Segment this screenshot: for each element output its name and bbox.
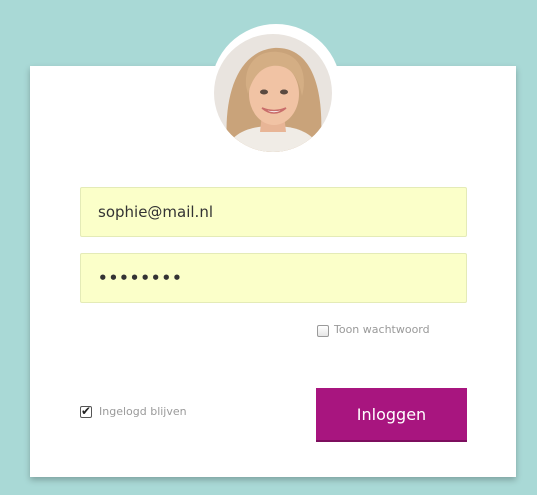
email-field[interactable] (80, 187, 467, 237)
avatar (214, 34, 332, 152)
show-password-checkbox[interactable] (317, 325, 329, 337)
login-button[interactable]: Inloggen (316, 388, 467, 442)
checkmark-icon: ✔ (81, 404, 92, 418)
stay-logged-in-checkbox[interactable]: ✔ (80, 404, 92, 418)
stay-logged-in-label: Ingelogd blijven (99, 405, 187, 418)
profile-photo-icon (214, 34, 332, 152)
password-field[interactable] (80, 253, 467, 303)
show-password-label: Toon wachtwoord (334, 323, 430, 336)
